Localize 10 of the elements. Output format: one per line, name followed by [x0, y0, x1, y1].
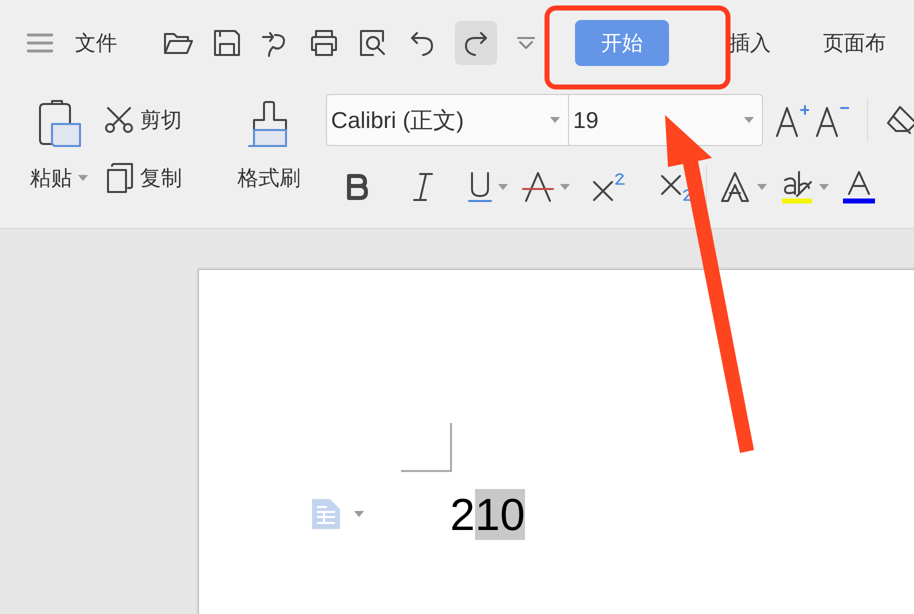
- cut-button[interactable]: 剪切: [104, 106, 214, 134]
- copy-button[interactable]: 复制: [104, 162, 214, 194]
- ribbon-tab[interactable]: 插入: [703, 20, 797, 66]
- ribbon-tab[interactable]: 页面布: [797, 20, 912, 66]
- document-text: 210: [450, 488, 526, 542]
- font-name-field[interactable]: Calibri (正文): [326, 94, 569, 146]
- paste-button[interactable]: 粘贴: [30, 164, 88, 192]
- font-size-field[interactable]: 19: [569, 94, 763, 146]
- file-menu[interactable]: 文件: [75, 29, 117, 57]
- format-painter-button[interactable]: 格式刷: [238, 164, 300, 192]
